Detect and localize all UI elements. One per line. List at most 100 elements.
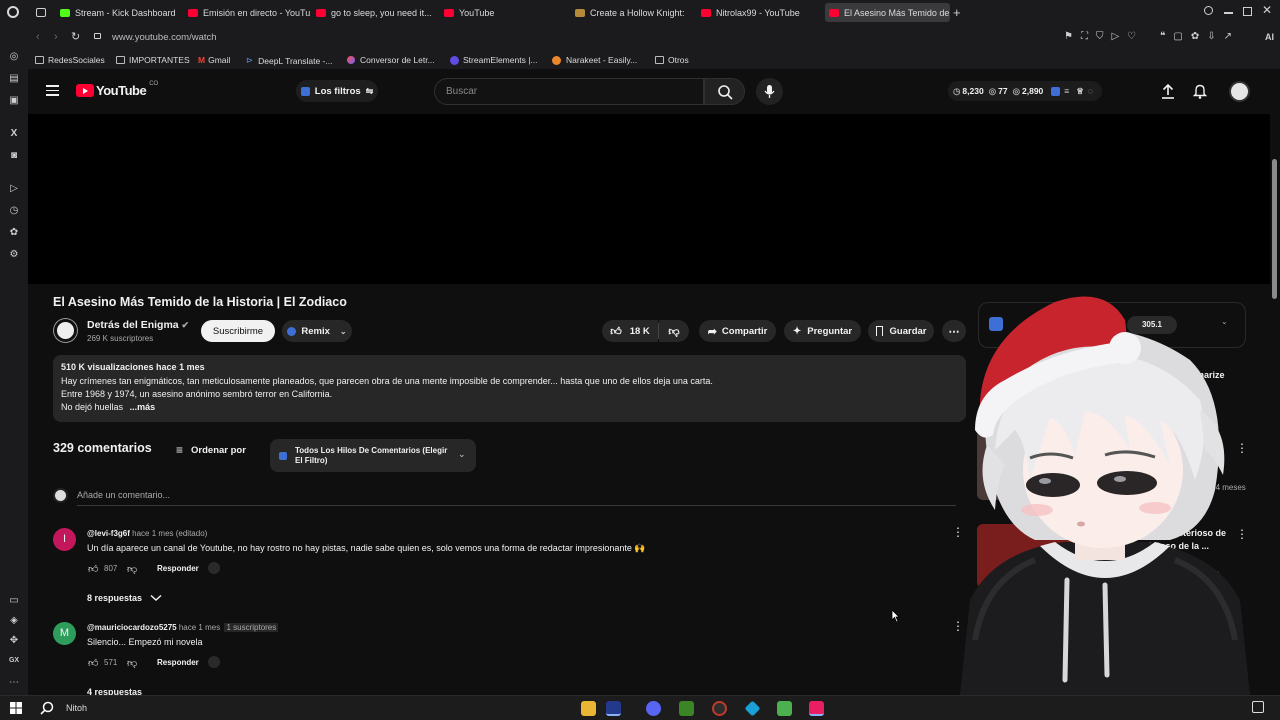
extensions-toolbar-icons[interactable]: ❝▢✿⇩↗ [1160,31,1240,42]
notification-center-icon[interactable] [1252,701,1264,713]
bookmark-importantes[interactable]: IMPORTANTES [116,55,190,65]
url-field[interactable]: www.youtube.com/watch [112,32,217,43]
like-button[interactable]: 👍︎ 18 K [602,320,658,342]
reload-icon[interactable]: ↻ [71,30,80,43]
comment-avatar[interactable]: M [53,622,76,645]
more-options-icon[interactable]: ⋯ [8,677,20,689]
extensions-icon[interactable]: ✿ [8,227,20,239]
youtube-icon [444,8,454,17]
mouse-cursor-icon [891,609,900,623]
workspaces-icon[interactable] [36,8,46,17]
video-player[interactable] [28,114,1270,284]
comment-author[interactable]: @mauriciocardozo5275 [87,623,177,632]
show-replies-button[interactable]: 4 respuestas [87,687,142,695]
minimize-icon[interactable] [1224,12,1233,14]
upload-button[interactable] [1161,83,1175,99]
tab-el-asesino-active[interactable]: El Asesino Más Temido de [825,3,950,22]
ai-button[interactable]: AI [1265,32,1274,42]
channel-name[interactable]: Detrás del Enigma ✔ [87,319,189,331]
addressbar-toolbar-icons[interactable]: ⚑⛶⛉▷♡ [1064,31,1144,42]
new-tab-icon[interactable]: + [953,5,961,20]
aria-icon[interactable]: ◎ [8,51,20,63]
windows-start-icon[interactable] [10,702,22,714]
file-explorer-icon[interactable] [581,701,596,716]
kick-icon [60,8,70,17]
m-app-icon[interactable]: ▣ [8,95,20,107]
reply-button[interactable]: Responder [157,658,199,667]
los-filtros-button[interactable]: Los filtros ⇋ [296,80,378,102]
sort-by-button[interactable]: ≡ Ordenar por [176,443,246,457]
page-scrollbar[interactable] [1270,114,1280,695]
discord-icon[interactable]: ◙ [8,150,20,162]
discord-taskbar-icon[interactable] [646,701,661,716]
tab-hollow-knight[interactable]: Create a Hollow Knight: S [575,3,687,22]
opera-gx-taskbar-icon[interactable] [606,701,621,716]
taskbar-search-icon[interactable] [40,701,54,715]
ask-button[interactable]: ✦ Preguntar [784,320,861,342]
vpn-icon[interactable]: ◈ [8,615,20,627]
description-box[interactable]: 510 K visualizaciones hace 1 mes Hay crí… [53,355,966,422]
tab-kick-dashboard[interactable]: Stream - Kick Dashboard [60,3,185,22]
bell-icon [1193,84,1207,99]
search-tabs-icon[interactable] [1204,6,1213,15]
settings-gear-icon[interactable]: ⚙ [8,249,20,261]
comment-avatar[interactable]: I [53,528,76,551]
account-avatar[interactable] [1229,81,1250,102]
scrollbar-thumb[interactable] [1272,159,1277,299]
taskbar-search-text[interactable]: Nitoh [66,703,87,713]
sparkle-icon: ✦ [792,325,802,337]
voice-search-button[interactable] [756,78,783,105]
bookmark-otros[interactable]: Otros [655,55,689,65]
comment-like-button[interactable]: 👍︎ [88,563,98,575]
comment-thread-filter[interactable]: Todos Los Hilos De Comentarios (Elegir E… [270,439,476,472]
bookmark-gmail[interactable]: M Gmail [198,55,230,65]
tab-youtube[interactable]: YouTube [444,3,567,22]
joystick-icon[interactable]: ✥ [8,635,20,647]
bookmark-redessociales[interactable]: RedesSociales [35,55,105,65]
comment-author[interactable]: @levi-f3g6f [87,529,130,538]
subscribe-button[interactable]: Suscribirme [201,320,275,342]
bookmark-narakeet[interactable]: Narakeet - Easily... [552,55,637,65]
minecraft-icon[interactable] [679,701,694,716]
share-button[interactable]: ➦ Compartir [699,320,776,342]
reply-button[interactable]: Responder [157,564,199,573]
upload-icon [1162,83,1174,99]
youtube-logo[interactable]: YouTube CO [76,81,158,98]
search-input[interactable]: Buscar [434,78,704,105]
forward-icon[interactable]: › [54,31,58,43]
notifications-button[interactable] [1193,83,1207,99]
dislike-button[interactable]: 👎︎ [659,320,689,342]
obs-icon[interactable] [712,701,727,716]
show-more-link[interactable]: ...más [130,402,156,412]
bookmark-conversor[interactable]: Conversor de Letr... [347,55,435,65]
wallet-icon[interactable]: ▭ [8,595,20,607]
vtube-studio-icon[interactable] [809,701,824,716]
hamburger-menu-icon[interactable] [46,85,59,96]
pinboard-icon[interactable]: ▤ [8,73,20,85]
comment-dislike-button[interactable]: 👎︎ [127,657,137,669]
close-window-icon[interactable]: ✕ [1262,3,1272,17]
back-icon[interactable]: ‹ [36,31,40,43]
remix-button[interactable]: Remix ⌄ [282,320,352,342]
player-icon[interactable]: ▷ [8,183,20,195]
bookmark-streamelements[interactable]: StreamElements |... [450,55,537,65]
comment-like-button[interactable]: 👍︎ [88,657,98,669]
gx-icon[interactable]: GX [8,655,20,667]
extension-stats-bar[interactable]: ◷ 8,230 ◎ 77 ◎ 2,890 ≡ ♕ ◌ [948,81,1102,101]
x-twitter-icon[interactable]: X [8,128,20,140]
show-replies-button[interactable]: 8 respuestas [87,593,162,603]
add-comment-input[interactable]: Añade un comentario... [77,490,170,500]
comment-dislike-button[interactable]: 👎︎ [127,563,137,575]
channel-avatar[interactable] [54,319,77,342]
opera-logo-icon[interactable] [7,6,19,18]
tab-nitrolax99[interactable]: Nitrolax99 - YouTube [701,3,819,22]
app-icon[interactable] [777,701,792,716]
bookmark-deepl[interactable]: ⊳ DeepL Translate -... [246,55,332,66]
search-button[interactable] [704,78,745,105]
maximize-icon[interactable] [1243,7,1252,16]
tab-emision-directo[interactable]: Emisión en directo - YouTu [188,3,311,22]
tab-go-to-sleep[interactable]: go to sleep, you need it... [316,3,439,22]
streamlabs-icon[interactable] [744,700,761,717]
history-icon[interactable]: ◷ [8,205,20,217]
save-button[interactable]: Guardar [868,320,934,342]
